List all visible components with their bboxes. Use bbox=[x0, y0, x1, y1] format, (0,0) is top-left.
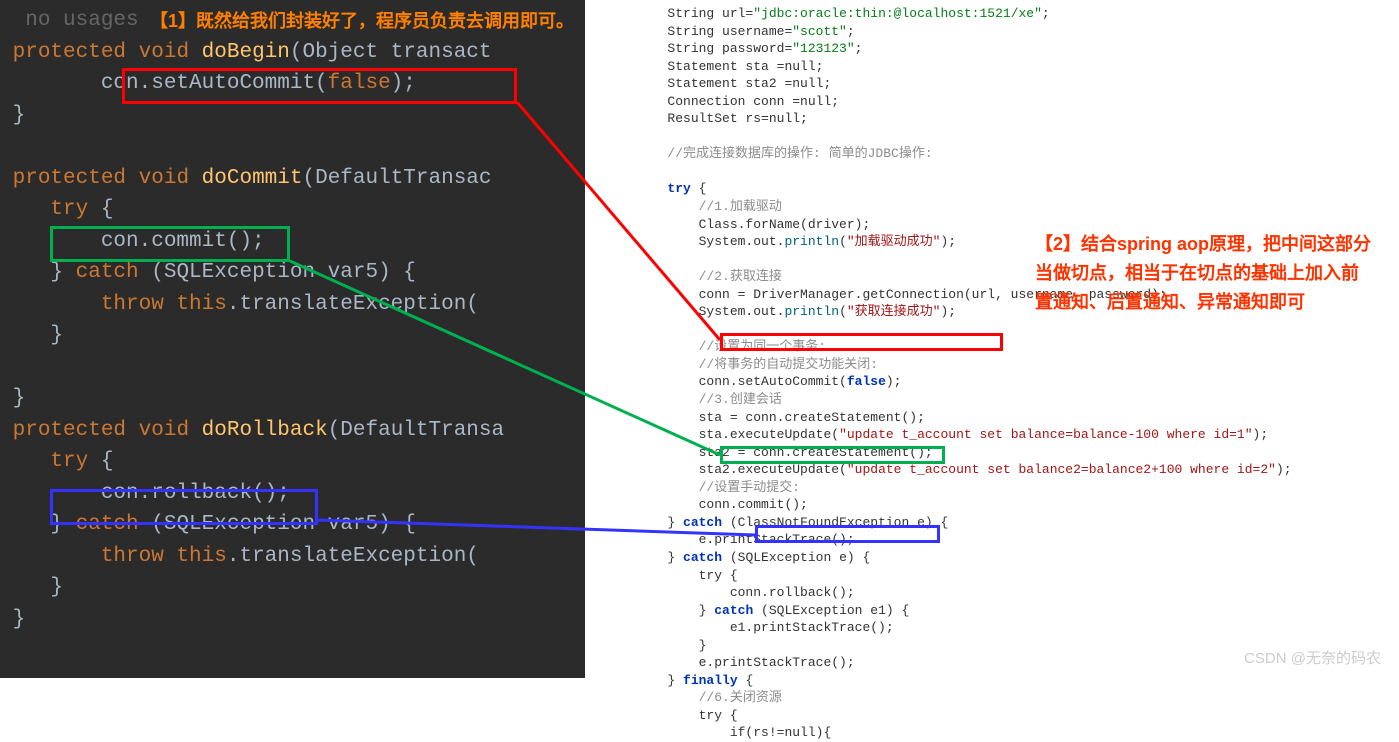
annotation-1: 【1】既然给我们封装好了，程序员负责去调用即可。 bbox=[150, 7, 574, 33]
watermark-text: CSDN @无奈的码农 bbox=[1244, 647, 1381, 668]
highlight-box-setAutoCommit-left bbox=[122, 68, 517, 104]
highlight-box-rollback-right bbox=[755, 525, 940, 543]
highlight-box-commit-right bbox=[720, 446, 945, 464]
highlight-box-commit-left bbox=[50, 226, 290, 262]
highlight-box-rollback-left bbox=[50, 489, 318, 525]
right-code: String url="jdbc:oracle:thin:@localhost:… bbox=[605, 5, 1399, 742]
annotation-2: 【2】结合spring aop原理，把中间这部分当做切点，相当于在切点的基础上加… bbox=[1035, 230, 1375, 316]
highlight-box-setAutoCommit-right bbox=[720, 333, 1003, 351]
